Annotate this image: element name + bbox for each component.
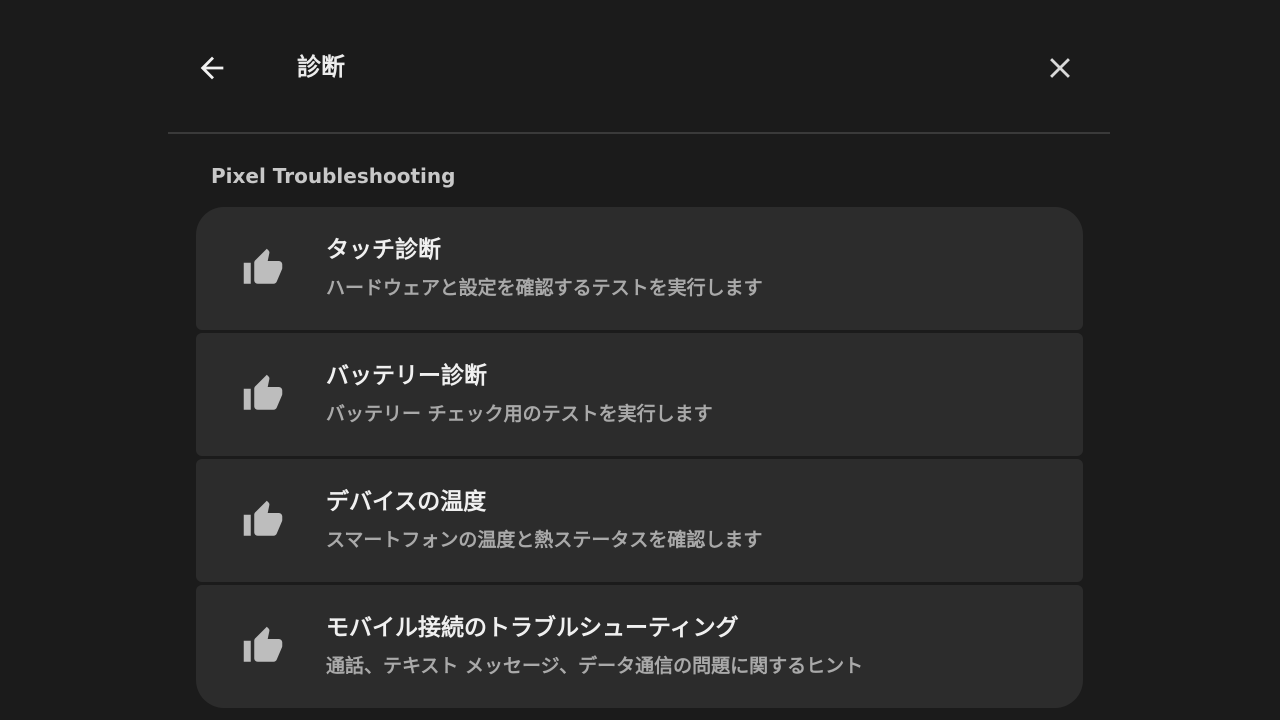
thumb-up-icon [243,248,283,284]
section-header: Pixel Troubleshooting [211,164,456,188]
troubleshooting-list: タッチ診断 ハードウェアと設定を確認するテストを実行します バッテリー診断 バッ… [196,207,1083,708]
thumb-up-icon [243,374,283,410]
page-title: 診断 [297,53,345,81]
list-item-battery-diagnostics[interactable]: バッテリー診断 バッテリー チェック用のテストを実行します [196,333,1083,456]
item-title: タッチ診断 [326,237,441,263]
top-app-bar: 診断 [168,0,1110,134]
item-subtitle: バッテリー チェック用のテストを実行します [326,403,713,425]
close-icon [1050,58,1070,78]
item-title: バッテリー診断 [326,363,487,389]
item-subtitle: ハードウェアと設定を確認するテストを実行します [326,277,763,299]
diagnostics-screen: 診断 Pixel Troubleshooting タッチ診断 ハードウェアと設定… [0,0,1280,720]
item-title: モバイル接続のトラブルシューティング [326,615,739,641]
close-button[interactable] [1038,46,1082,90]
thumb-up-icon [243,500,283,536]
back-button[interactable] [190,46,234,90]
thumb-up-icon [243,626,283,662]
list-item-touch-diagnostics[interactable]: タッチ診断 ハードウェアと設定を確認するテストを実行します [196,207,1083,330]
item-subtitle: スマートフォンの温度と熱ステータスを確認します [326,529,763,551]
list-item-device-temperature[interactable]: デバイスの温度 スマートフォンの温度と熱ステータスを確認します [196,459,1083,582]
item-title: デバイスの温度 [326,489,487,515]
list-item-mobile-connection-troubleshooting[interactable]: モバイル接続のトラブルシューティング 通話、テキスト メッセージ、データ通信の問… [196,585,1083,708]
arrow-back-icon [200,56,224,80]
item-subtitle: 通話、テキスト メッセージ、データ通信の問題に関するヒント [326,655,864,677]
